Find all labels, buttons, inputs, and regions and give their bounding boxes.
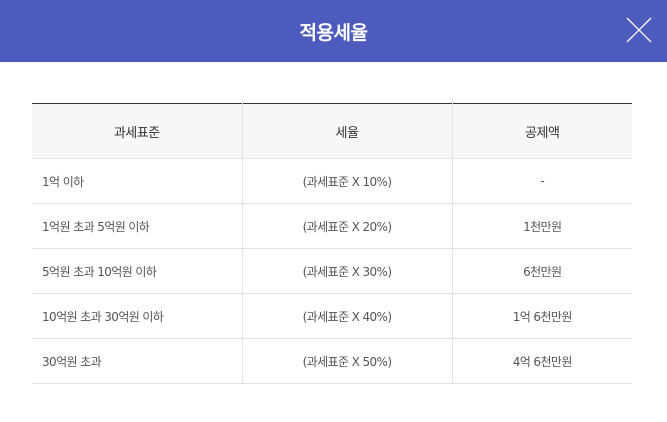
close-icon — [626, 17, 652, 43]
tax-rate-table: 과세표준 세율 공제액 1억 이하 (과세표준 X 10%) - 1억원 초과 … — [32, 103, 632, 384]
cell-tax-rate: (과세표준 X 20%) — [242, 203, 453, 249]
cell-tax-base: 1억 이하 — [32, 158, 243, 204]
modal-title: 적용세율 — [299, 21, 368, 44]
header-tax-base: 과세표준 — [32, 103, 243, 159]
cell-tax-base: 1억원 초과 5억원 이하 — [32, 203, 243, 249]
table-row: 10억원 초과 30억원 이하 (과세표준 X 40%) 1억 6천만원 — [32, 293, 632, 339]
table-header-row: 과세표준 세율 공제액 — [32, 103, 632, 159]
table-row: 1억 이하 (과세표준 X 10%) - — [32, 158, 632, 204]
table-row: 5억원 초과 10억원 이하 (과세표준 X 30%) 6천만원 — [32, 248, 632, 294]
table-row: 30억원 초과 (과세표준 X 50%) 4억 6천만원 — [32, 338, 632, 384]
cell-tax-base: 5억원 초과 10억원 이하 — [32, 248, 243, 294]
cell-tax-rate: (과세표준 X 10%) — [242, 158, 453, 204]
cell-tax-rate: (과세표준 X 30%) — [242, 248, 453, 294]
modal-header: 적용세율 — [0, 0, 667, 62]
header-deduction: 공제액 — [452, 103, 632, 159]
table-row: 1억원 초과 5억원 이하 (과세표준 X 20%) 1천만원 — [32, 203, 632, 249]
cell-tax-base: 30억원 초과 — [32, 338, 243, 384]
cell-deduction: 4억 6천만원 — [452, 338, 632, 384]
cell-deduction: - — [452, 158, 632, 204]
cell-tax-base: 10억원 초과 30억원 이하 — [32, 293, 243, 339]
close-button[interactable] — [625, 16, 653, 44]
cell-deduction: 1천만원 — [452, 203, 632, 249]
cell-deduction: 6천만원 — [452, 248, 632, 294]
cell-tax-rate: (과세표준 X 40%) — [242, 293, 453, 339]
cell-tax-rate: (과세표준 X 50%) — [242, 338, 453, 384]
header-tax-rate: 세율 — [242, 103, 453, 159]
cell-deduction: 1억 6천만원 — [452, 293, 632, 339]
tax-rate-modal: 적용세율 과세표준 세율 공제액 1억 이하 (과세표준 X 10%) - 1억… — [0, 0, 667, 422]
